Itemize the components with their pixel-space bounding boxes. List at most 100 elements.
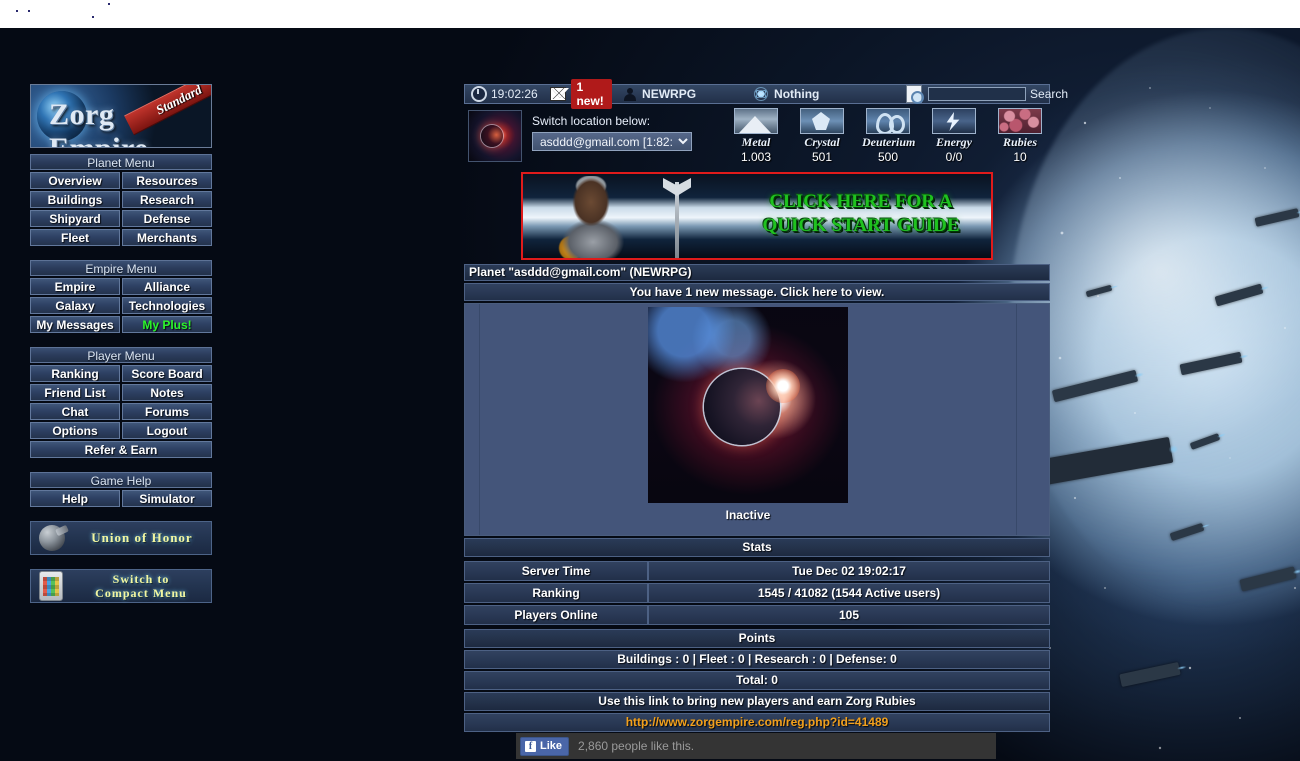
menu-title-player: Player Menu xyxy=(30,347,212,363)
table-row: Players Online 105 xyxy=(464,605,1050,625)
search-input[interactable] xyxy=(928,87,1026,101)
sidebar-item-fleet[interactable]: Fleet xyxy=(30,229,120,246)
new-message-notice[interactable]: You have 1 new message. Click here to vi… xyxy=(464,283,1050,301)
quick-start-guide-banner[interactable]: CLICK HERE FOR A QUICK START GUIDE xyxy=(521,172,993,260)
sidebar-item-logout[interactable]: Logout xyxy=(122,422,212,439)
table-row: Ranking 1545 / 41082 (1544 Active users) xyxy=(464,583,1050,603)
referral-link[interactable]: http://www.zorgempire.com/reg.php?id=414… xyxy=(626,715,889,729)
menu-block-player: Player Menu Ranking Score Board Friend L… xyxy=(30,347,212,458)
menu-row: Overview Resources xyxy=(30,172,212,189)
sidebar-item-technologies[interactable]: Technologies xyxy=(122,297,212,314)
menu-title-game-help: Game Help xyxy=(30,472,212,488)
envelope-icon xyxy=(550,87,567,101)
sidebar-item-notes[interactable]: Notes xyxy=(122,384,212,401)
switch-to-compact-menu-button[interactable]: Switch to Compact Menu xyxy=(30,569,212,603)
menu-row: Refer & Earn xyxy=(30,441,212,458)
planet-image[interactable] xyxy=(648,307,848,503)
server-clock: 19:02:26 xyxy=(465,85,544,103)
stat-value: Tue Dec 02 19:02:17 xyxy=(648,561,1050,581)
planet-box-right-gutter xyxy=(1016,304,1049,535)
facebook-like-button[interactable]: f Like xyxy=(520,737,569,756)
planet-status-caption: Inactive xyxy=(726,508,771,522)
sidebar-item-shipyard[interactable]: Shipyard xyxy=(30,210,120,227)
username-display[interactable]: NEWRPG xyxy=(618,85,748,103)
menu-row: Ranking Score Board xyxy=(30,365,212,382)
menu-row: Empire Alliance xyxy=(30,278,212,295)
points-breakdown: Buildings : 0 | Fleet : 0 | Research : 0… xyxy=(464,650,1050,669)
sidebar-item-buildings[interactable]: Buildings xyxy=(30,191,120,208)
sidebar-item-alliance[interactable]: Alliance xyxy=(122,278,212,295)
sidebar: Zorg Empire Standard Planet Menu Overvie… xyxy=(30,84,212,603)
resource-name: Energy xyxy=(928,135,980,150)
menu-block-planet: Planet Menu Overview Resources Buildings… xyxy=(30,154,212,246)
menu-row: My Messages My Plus! xyxy=(30,316,212,333)
compact-menu-line1: Switch to xyxy=(71,572,211,586)
referral-header: Use this link to bring new players and e… xyxy=(464,692,1050,711)
metal-icon xyxy=(734,108,778,134)
compact-menu-line2: Compact Menu xyxy=(71,586,211,600)
resource-name: Deuterium xyxy=(862,135,914,150)
union-of-honor-button[interactable]: Union of Honor xyxy=(30,521,212,555)
banner-line-1: CLICK HERE FOR A xyxy=(733,190,989,214)
username-label: NEWRPG xyxy=(642,87,696,101)
planet-star-flare xyxy=(766,369,800,403)
sidebar-item-ranking[interactable]: Ranking xyxy=(30,365,120,382)
sidebar-item-help[interactable]: Help xyxy=(30,490,120,507)
sidebar-item-options[interactable]: Options xyxy=(30,422,120,439)
planet-display-box: Inactive xyxy=(464,303,1050,536)
resource-value: 10 xyxy=(994,150,1046,164)
banner-character-art xyxy=(537,176,667,260)
compact-menu-label: Switch to Compact Menu xyxy=(71,572,211,600)
current-planet-thumbnail[interactable] xyxy=(468,110,522,162)
main-content: Planet "asddd@gmail.com" (NEWRPG) You ha… xyxy=(464,264,1050,732)
location-switcher-label: Switch location below: xyxy=(532,114,692,128)
status-display: Nothing xyxy=(748,85,900,103)
location-select[interactable]: asddd@gmail.com [1:82:8] xyxy=(532,132,692,151)
page-root: Zorg Empire Standard Planet Menu Overvie… xyxy=(0,0,1300,761)
sidebar-item-score-board[interactable]: Score Board xyxy=(122,365,212,382)
sidebar-item-empire[interactable]: Empire xyxy=(30,278,120,295)
search-button[interactable]: Search xyxy=(1026,87,1072,101)
menu-row: Buildings Research xyxy=(30,191,212,208)
stat-value: 105 xyxy=(648,605,1050,625)
sidebar-item-research[interactable]: Research xyxy=(122,191,212,208)
resource-value: 1.003 xyxy=(730,150,782,164)
stat-key: Server Time xyxy=(464,561,648,581)
resource-rubies[interactable]: Rubies 10 xyxy=(994,108,1046,164)
resource-value: 501 xyxy=(796,150,848,164)
resource-metal[interactable]: Metal 1.003 xyxy=(730,108,782,164)
resource-crystal[interactable]: Crystal 501 xyxy=(796,108,848,164)
search-area: Search xyxy=(900,85,1078,103)
menu-block-empire: Empire Menu Empire Alliance Galaxy Techn… xyxy=(30,260,212,333)
menu-title-empire: Empire Menu xyxy=(30,260,212,276)
sidebar-item-refer-and-earn[interactable]: Refer & Earn xyxy=(30,441,212,458)
sidebar-item-defense[interactable]: Defense xyxy=(122,210,212,227)
referral-link-row[interactable]: http://www.zorgempire.com/reg.php?id=414… xyxy=(464,713,1050,732)
messages-indicator[interactable]: 1 new! xyxy=(544,85,618,103)
union-of-honor-label: Union of Honor xyxy=(73,530,211,546)
menu-row: Friend List Notes xyxy=(30,384,212,401)
resource-deuterium[interactable]: Deuterium 500 xyxy=(862,108,914,164)
sidebar-item-galaxy[interactable]: Galaxy xyxy=(30,297,120,314)
app-logo[interactable]: Zorg Empire Standard xyxy=(30,84,212,148)
sidebar-item-my-messages[interactable]: My Messages xyxy=(30,316,120,333)
sidebar-item-merchants[interactable]: Merchants xyxy=(122,229,212,246)
panel-title: Planet "asddd@gmail.com" (NEWRPG) xyxy=(464,264,1050,281)
sidebar-item-resources[interactable]: Resources xyxy=(122,172,212,189)
new-messages-badge[interactable]: 1 new! xyxy=(571,79,612,109)
facebook-like-bar: f Like 2,860 people like this. xyxy=(516,733,996,759)
stat-key: Ranking xyxy=(464,583,648,603)
user-icon xyxy=(624,88,636,101)
sidebar-item-friend-list[interactable]: Friend List xyxy=(30,384,120,401)
sidebar-item-simulator[interactable]: Simulator xyxy=(122,490,212,507)
banner-line-2: QUICK START GUIDE xyxy=(733,214,989,238)
sidebar-item-overview[interactable]: Overview xyxy=(30,172,120,189)
rubies-icon xyxy=(998,108,1042,134)
sidebar-item-forums[interactable]: Forums xyxy=(122,403,212,420)
sidebar-item-chat[interactable]: Chat xyxy=(30,403,120,420)
search-doc-icon[interactable] xyxy=(906,85,922,103)
facebook-like-count: 2,860 people like this. xyxy=(578,739,694,753)
sidebar-item-my-plus[interactable]: My Plus! xyxy=(122,316,212,333)
table-row: Server Time Tue Dec 02 19:02:17 xyxy=(464,561,1050,581)
resource-energy[interactable]: Energy 0/0 xyxy=(928,108,980,164)
